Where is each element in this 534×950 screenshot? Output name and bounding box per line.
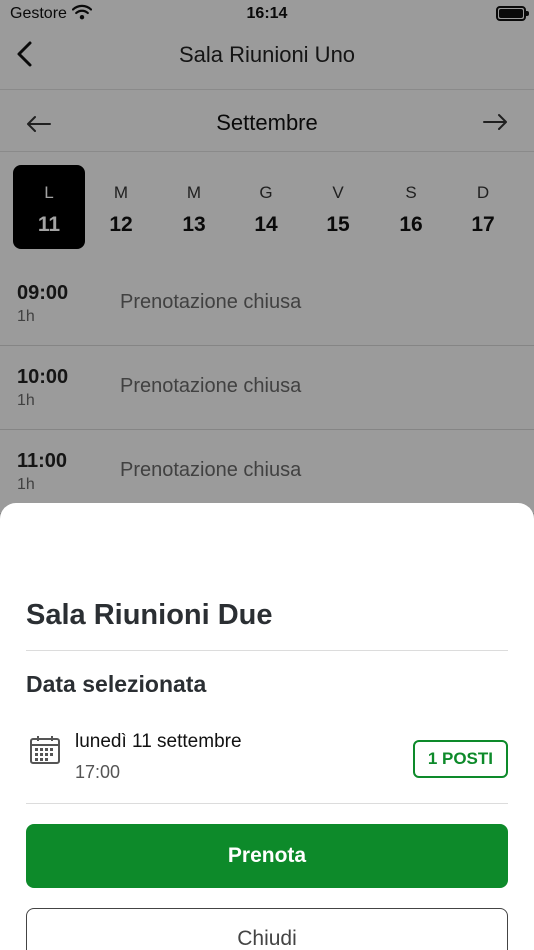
seats-badge: 1 POSTI xyxy=(412,740,508,778)
close-button[interactable]: Chiudi xyxy=(26,908,508,950)
app-screen: Gestore 16:14 Sala Riunioni Uno Settembr… xyxy=(0,0,534,950)
calendar-icon xyxy=(29,734,61,766)
selected-time: 17:00 xyxy=(75,762,121,782)
selected-date-heading: Data selezionata xyxy=(26,671,207,697)
divider xyxy=(26,803,508,804)
booking-bottom-sheet: Sala Riunioni Due Data selezionata luned… xyxy=(0,503,534,950)
book-button[interactable]: Prenota xyxy=(26,824,508,888)
selected-date: lunedì 11 settembre xyxy=(75,731,242,752)
divider xyxy=(26,650,508,651)
sheet-room-title: Sala Riunioni Due xyxy=(26,599,273,631)
